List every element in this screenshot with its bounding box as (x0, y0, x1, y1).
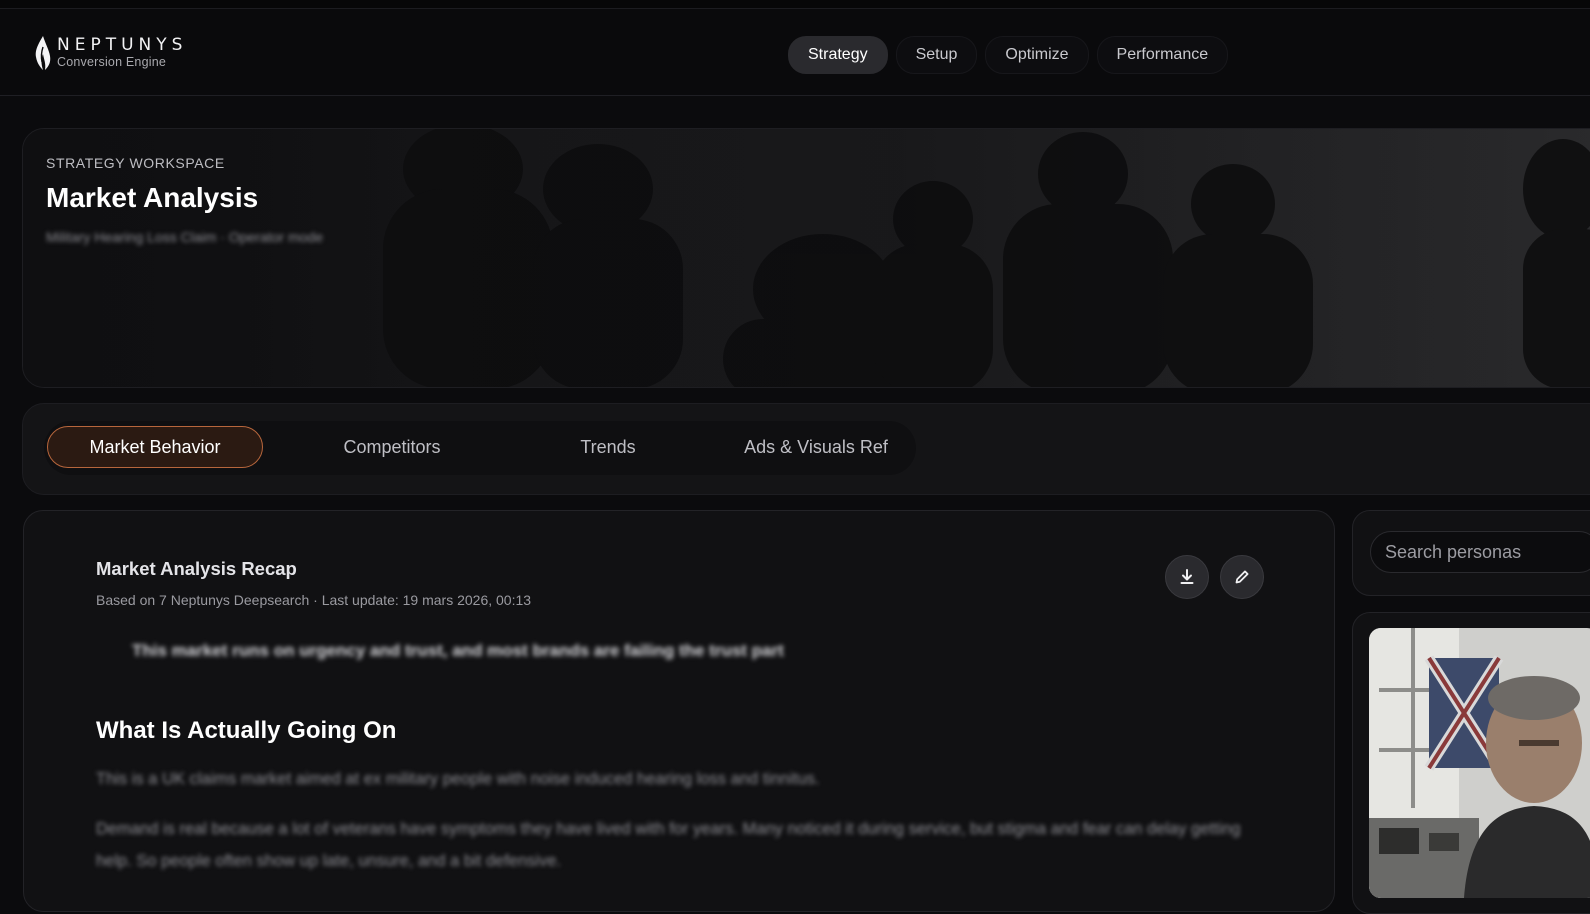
top-nav: Strategy Setup Optimize Performance (788, 36, 1229, 74)
page-title: Market Analysis (46, 182, 259, 213)
tab-market-behavior[interactable]: Market Behavior (47, 426, 263, 468)
edit-button[interactable] (1220, 555, 1264, 599)
hero-eyebrow: STRATEGY WORKSPACE (46, 155, 225, 171)
market-analysis-recap-card: Market Analysis Recap Based on 7 Neptuny… (23, 510, 1335, 912)
brand-logo[interactable]: NEPTUNYS Conversion Engine (33, 35, 253, 75)
download-button[interactable] (1165, 555, 1209, 599)
brand-name: NEPTUNYS (57, 35, 188, 55)
analysis-tabs-panel: Market Behavior Competitors Trends Ads &… (22, 403, 1590, 495)
hero-subtitle: Military Hearing Loss Claim · Operator m… (46, 229, 323, 245)
recap-paragraph-1: This is a UK claims market aimed at ex m… (96, 770, 820, 788)
window-top-edge (0, 0, 1590, 9)
flame-logo-icon (35, 36, 51, 70)
nav-performance[interactable]: Performance (1096, 36, 1229, 74)
nav-optimize[interactable]: Optimize (985, 36, 1089, 74)
pencil-icon (1235, 570, 1249, 584)
veteran-portrait-image (1369, 628, 1590, 898)
persona-card (1352, 612, 1590, 914)
nav-strategy[interactable]: Strategy (788, 36, 888, 74)
tab-ads-visuals-ref[interactable]: Ads & Visuals Ref (716, 426, 916, 468)
hero-banner: STRATEGY WORKSPACE Market Analysis Milit… (22, 128, 1590, 388)
tab-trends[interactable]: Trends (500, 426, 716, 468)
persona-image[interactable] (1369, 628, 1590, 898)
recap-paragraph-2: Demand is real because a lot of veterans… (96, 820, 1241, 870)
app-header: NEPTUNYS Conversion Engine Strategy Setu… (0, 9, 1590, 96)
analysis-tabs: Market Behavior Competitors Trends Ads &… (44, 421, 916, 475)
recap-title: Market Analysis Recap (96, 558, 297, 579)
recap-meta: Based on 7 Neptunys Deepsearch · Last up… (96, 592, 532, 608)
brand-tagline: Conversion Engine (57, 55, 167, 69)
download-icon (1180, 569, 1194, 584)
tab-competitors[interactable]: Competitors (284, 426, 500, 468)
nav-setup[interactable]: Setup (895, 36, 978, 74)
soldiers-background-image (23, 129, 1590, 387)
section-heading: What Is Actually Going On (96, 717, 397, 744)
persona-search-panel (1352, 510, 1590, 596)
recap-quote: This market runs on urgency and trust, a… (132, 641, 784, 660)
persona-search-input[interactable] (1370, 531, 1590, 573)
